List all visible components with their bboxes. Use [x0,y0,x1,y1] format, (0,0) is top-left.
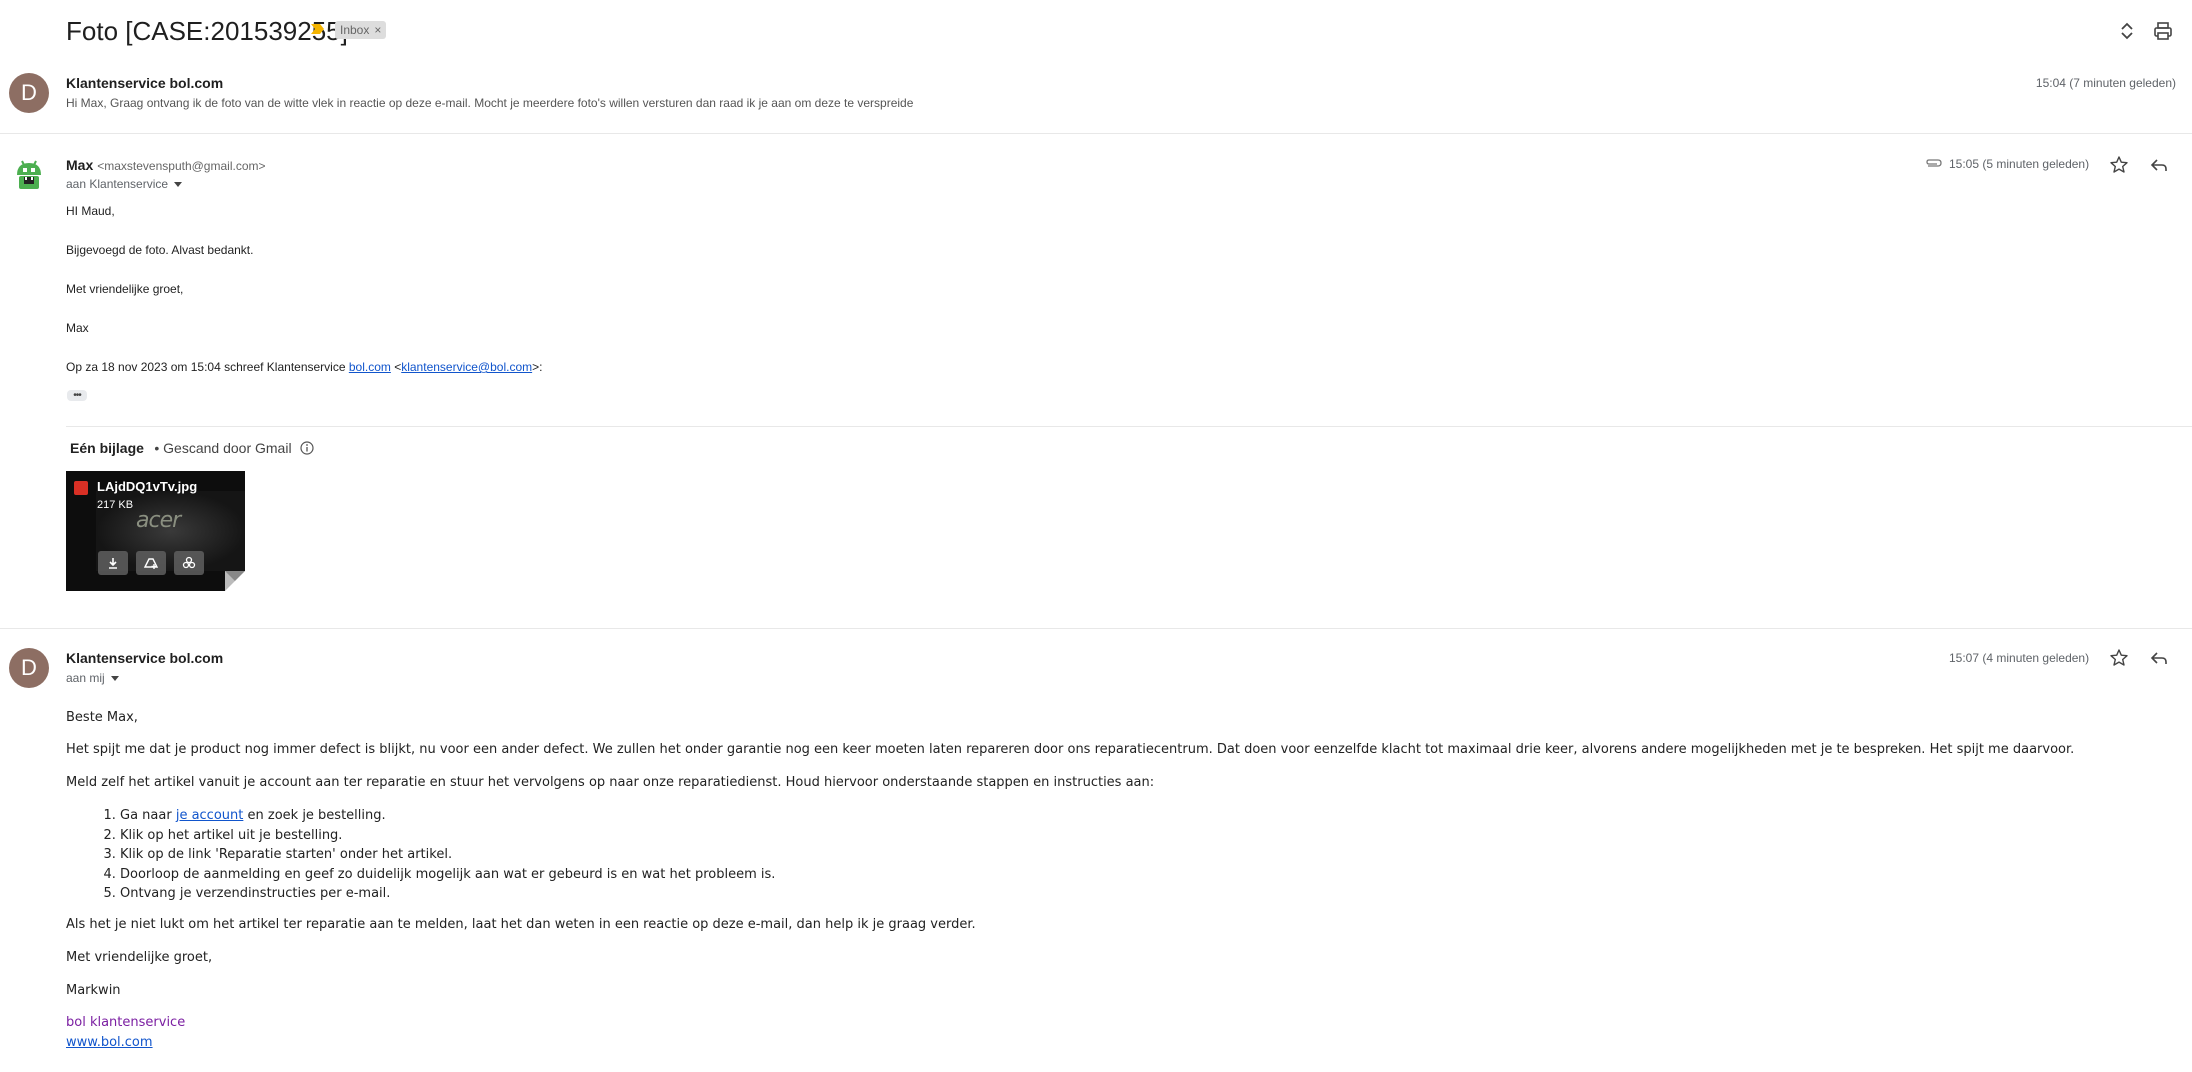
label-chip-inbox: Inbox × [335,21,387,39]
paragraph-3: Als het je niet lukt om het artikel ter … [66,917,976,932]
download-button[interactable] [98,551,128,575]
attachment-icon [1926,159,1942,167]
step-text: Ga naar [120,808,176,823]
edit-with-photos-button[interactable] [174,551,204,575]
label-chip-text: Inbox [340,23,370,37]
step-item: Ontvang je verzendinstructies per e-mail… [120,884,775,904]
important-marker-icon[interactable] [310,21,326,37]
body-line: Met vriendelijke groet, [66,282,184,296]
quote-mid: < [390,360,402,374]
quote-header: Op za 18 nov 2023 om 15:04 schreef Klant… [66,360,542,374]
avatar-letter: D [21,80,37,105]
sender-name[interactable]: Klantenservice bol.com [66,75,223,91]
attachment-divider [66,426,2192,427]
signature-company: bol klantenservice [66,1015,186,1030]
recipients-toggle[interactable]: aan mij [66,671,119,685]
message-divider [0,628,2192,629]
chevron-down-icon [174,182,183,188]
step-item: Klik op de link 'Reparatie starten' onde… [120,845,775,865]
star-icon[interactable] [2109,155,2129,175]
save-to-drive-button[interactable] [136,551,166,575]
message-time: 15:04 (7 minuten geleden) [2035,76,2176,90]
paragraph-2: Meld zelf het artikel vanuit je account … [66,775,1155,790]
show-trimmed-content-button[interactable]: ••• [67,390,87,401]
body-line: HI Maud, [66,204,115,218]
closing: Met vriendelijke groet, [66,950,213,965]
page-fold-corner [225,571,245,591]
chevron-down-icon [110,676,119,682]
body-line: Bijgevoegd de foto. Alvast bedankt. [66,243,254,257]
reply-icon[interactable] [2149,648,2169,668]
remove-label-icon[interactable]: × [374,23,381,37]
quote-prefix: Op za 18 nov 2023 om 15:04 schreef Klant… [66,360,349,374]
message-time: 15:07 (4 minuten geleden) [1949,651,2090,665]
android-avatar[interactable] [10,155,48,193]
image-content-text: acer [136,508,181,533]
account-link[interactable]: je account [176,808,244,823]
sender-avatar[interactable]: D [9,73,49,113]
info-icon[interactable] [300,441,314,455]
message-time: 15:05 (5 minuten geleden) [1949,157,2090,171]
thread-subject: Foto [CASE:201539255] [66,16,348,46]
image-file-icon [74,481,88,495]
website-link[interactable]: www.bol.com [66,1035,153,1050]
quote-suffix: >: [532,360,543,374]
avatar-letter: D [21,655,37,680]
attachment-filesize: 217 KB [97,499,134,511]
attachment-filename: LAjdDQ1vTv.jpg [97,479,198,494]
sender-email: <maxstevensputh@gmail.com> [97,159,266,173]
sender-name-text: Max [66,157,94,173]
attachment-thumbnail[interactable]: LAjdDQ1vTv.jpg 217 KB acer [66,471,245,591]
paragraph-1: Het spijt me dat je product nog immer de… [66,742,2075,757]
body-line: Max [66,321,89,335]
star-icon[interactable] [2109,648,2129,668]
recipients-text: aan Klantenservice [66,177,169,191]
step-text: en zoek je bestelling. [243,808,386,823]
quote-link-email[interactable]: klantenservice@bol.com [401,360,532,374]
message-divider [0,133,2192,134]
instruction-steps: Ga naar je account en zoek je bestelling… [66,806,775,904]
sender-name[interactable]: Max <maxstevensputh@gmail.com> [66,157,266,173]
step-item: Doorloop de aanmelding en geef zo duidel… [120,865,775,885]
signature-name: Markwin [66,983,121,998]
greeting: Beste Max, [66,710,138,725]
attachments-header: Eén bijlage • Gescand door Gmail [70,440,314,458]
step-item: Ga naar je account en zoek je bestelling… [120,806,775,826]
sender-avatar[interactable]: D [9,648,49,688]
message-snippet[interactable]: Hi Max, Graag ontvang ik de foto van de … [66,96,913,110]
sender-name[interactable]: Klantenservice bol.com [66,650,223,666]
print-icon[interactable] [2152,20,2174,42]
quote-link-bol[interactable]: bol.com [349,360,391,374]
recipients-toggle[interactable]: aan Klantenservice [66,177,183,191]
photos-icon [182,556,196,569]
reply-icon[interactable] [2149,155,2169,175]
download-icon [109,558,117,569]
step-item: Klik op het artikel uit je bestelling. [120,826,775,846]
drive-add-icon [143,558,159,569]
attachments-scan-info: • Gescand door Gmail [154,440,292,456]
attachments-title: Eén bijlage [70,440,144,456]
recipients-text: aan mij [66,671,105,685]
expand-all-icon[interactable] [2116,20,2138,42]
